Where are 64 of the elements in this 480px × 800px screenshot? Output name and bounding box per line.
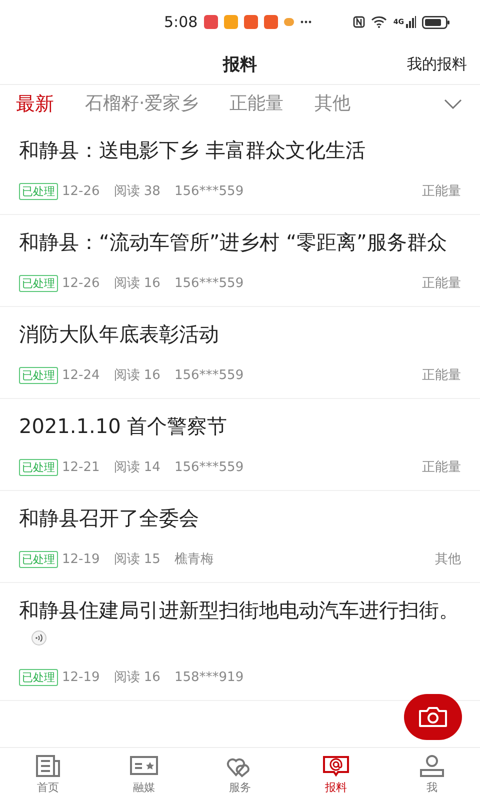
post-author: 樵青梅 [174, 551, 214, 568]
read-count: 阅读 38 [114, 183, 160, 200]
more-icon [300, 20, 312, 24]
status-time: 5:08 [164, 13, 198, 31]
status-tag: 已处理 [19, 366, 58, 384]
category-tab[interactable]: 最新 [16, 91, 54, 117]
post-title[interactable]: 和静县召开了全委会 [19, 505, 461, 531]
post-category: 正能量 [422, 183, 461, 200]
nav-tab[interactable]: 融媒 [96, 748, 192, 800]
read-count: 阅读 14 [114, 459, 160, 476]
nav-tab[interactable]: 首页 [0, 748, 96, 800]
app-notification-icon [264, 15, 278, 29]
app-notification-icon [224, 15, 238, 29]
battery-icon [422, 16, 450, 28]
post-category: 其他 [435, 551, 461, 568]
nfc-icon [353, 16, 366, 28]
category-tab[interactable]: 石榴籽·爱家乡 [85, 91, 199, 117]
status-tag: 已处理 [19, 550, 58, 568]
post-author: 156***559 [174, 276, 244, 290]
category-tab[interactable]: 其他 [314, 91, 351, 117]
category-tab[interactable]: 正能量 [230, 91, 284, 117]
audio-icon[interactable] [31, 630, 47, 646]
user-icon [418, 754, 446, 778]
post-title[interactable]: 2021.1.10 首个警察节 [19, 413, 461, 439]
read-count: 阅读 16 [114, 669, 160, 686]
post-category: 正能量 [422, 275, 461, 292]
status-tag: 已处理 [19, 274, 58, 292]
status-tag: 已处理 [19, 668, 58, 686]
app-notification-icon [284, 18, 294, 26]
post-title[interactable]: 和静县住建局引进新型扫街地电动汽车进行扫街。 [19, 597, 461, 649]
read-count: 阅读 15 [114, 551, 160, 568]
post-date: 12-21 [62, 460, 100, 474]
newspaper-icon [34, 754, 62, 778]
post-date: 12-19 [62, 552, 100, 566]
camera-button[interactable] [404, 694, 462, 740]
post-date: 12-26 [62, 184, 100, 198]
camera-icon [418, 706, 448, 728]
my-reports-link[interactable]: 我的报料 [407, 54, 467, 74]
status-tag: 已处理 [19, 182, 58, 200]
read-count: 阅读 16 [114, 275, 160, 292]
app-notification-icon [204, 15, 218, 29]
app-notification-icon [244, 15, 258, 29]
nav-tab[interactable]: 服务 [192, 748, 288, 800]
read-count: 阅读 16 [114, 367, 160, 384]
post-author: 156***559 [174, 184, 244, 198]
post-author: 156***559 [174, 460, 244, 474]
wifi-icon [371, 16, 388, 28]
post-category: 正能量 [422, 367, 461, 384]
post-category: 正能量 [422, 459, 461, 476]
post-title[interactable]: 消防大队年底表彰活动 [19, 321, 461, 347]
page-title: 报料 [223, 54, 257, 76]
post-author: 156***559 [174, 368, 244, 382]
post-date: 12-24 [62, 368, 100, 382]
post-date: 12-19 [62, 670, 100, 684]
nav-tab[interactable]: 我 [384, 748, 480, 800]
chevron-down-icon[interactable] [444, 99, 462, 109]
post-title[interactable]: 和静县：送电影下乡 丰富群众文化生活 [19, 137, 461, 163]
post-author: 158***919 [174, 670, 244, 684]
nav-tab[interactable]: 报料 [288, 748, 384, 800]
at-message-icon [322, 754, 350, 778]
post-date: 12-26 [62, 276, 100, 290]
signal-icon [406, 16, 416, 28]
status-tag: 已处理 [19, 458, 58, 476]
post-title[interactable]: 和静县：“流动车管所”进乡村 “零距离”服务群众 [19, 229, 461, 255]
